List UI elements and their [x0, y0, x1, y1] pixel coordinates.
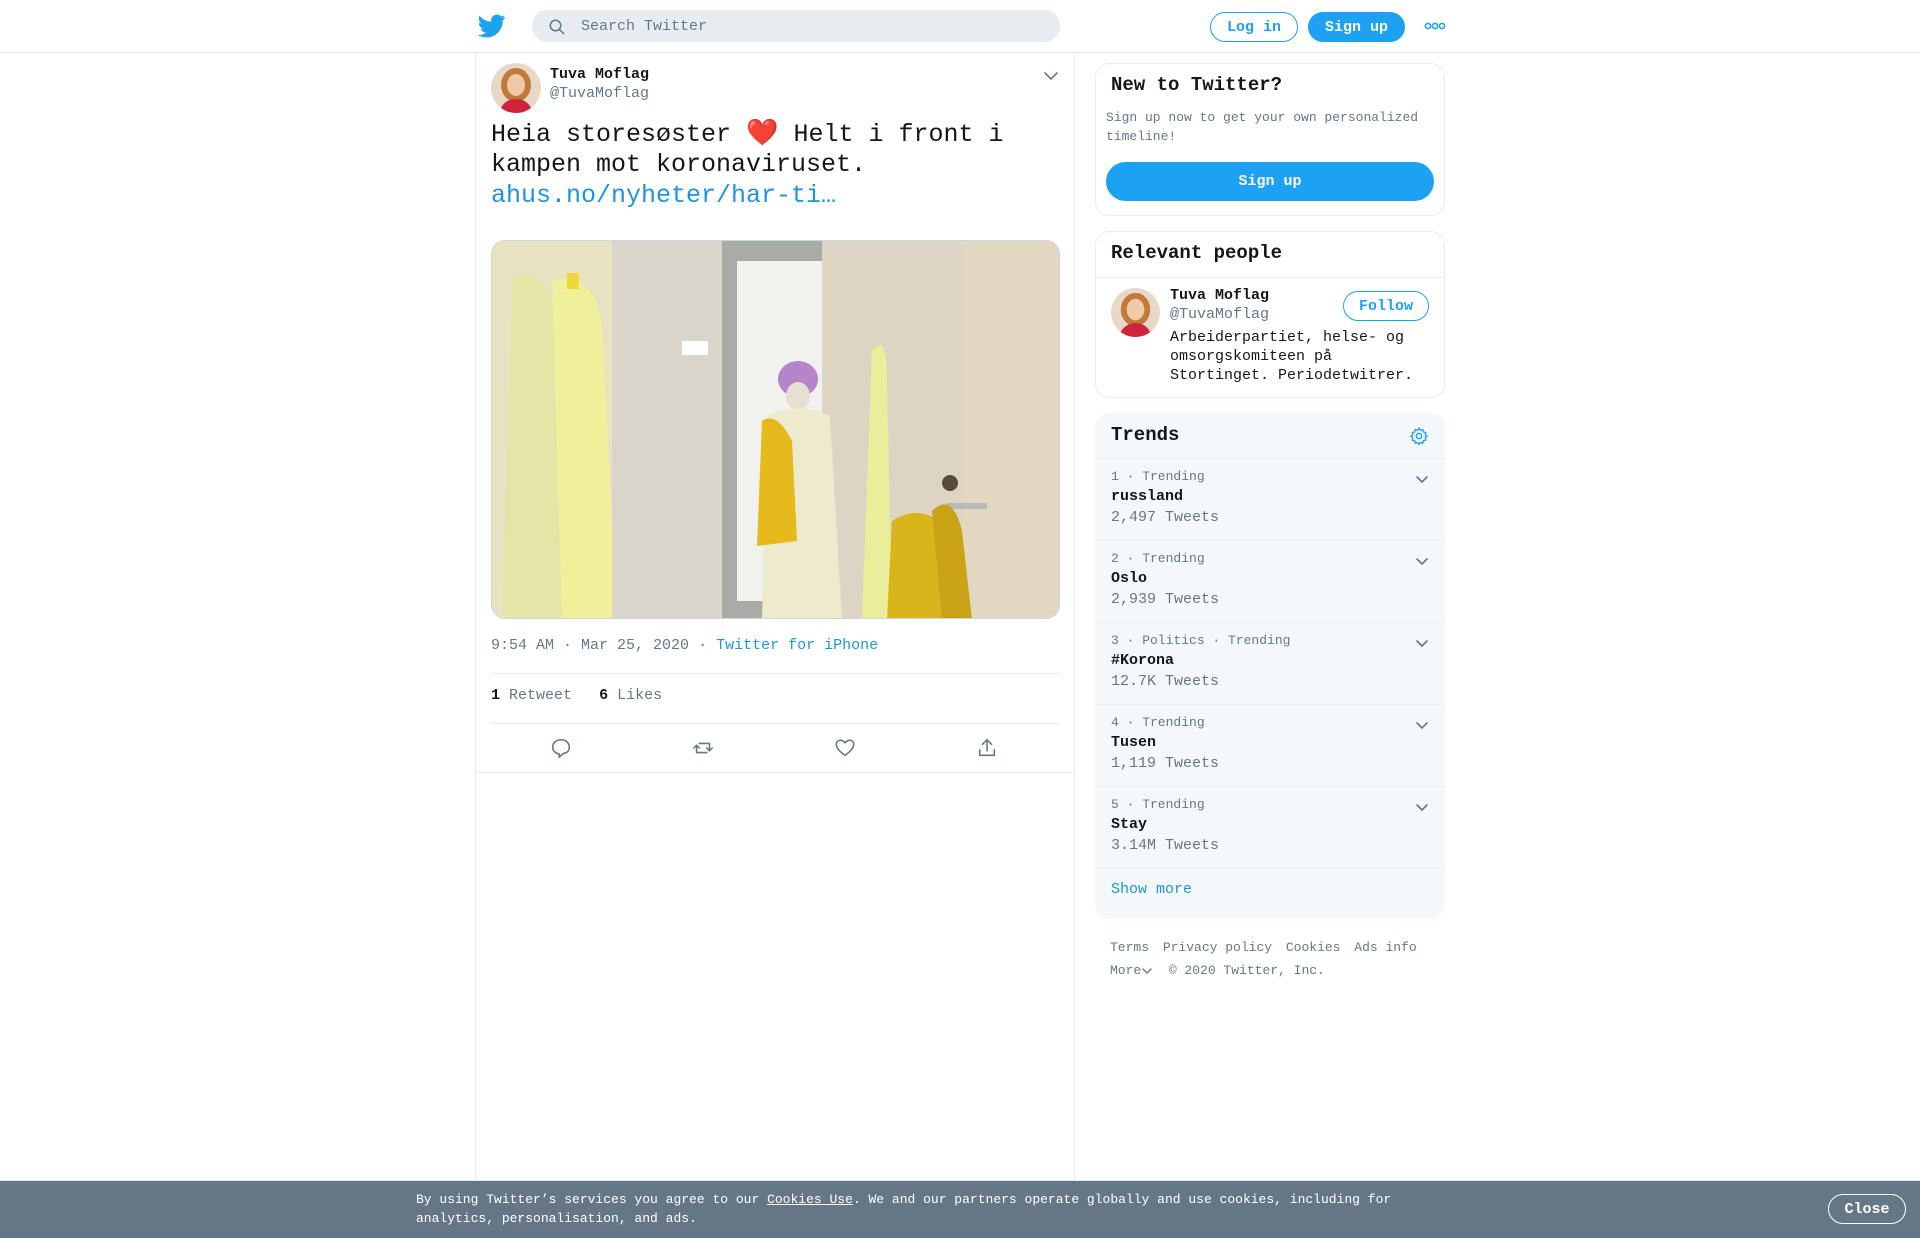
- tweet-link[interactable]: ahus.no/nyheter/har-ti…: [491, 181, 836, 211]
- chevron-down-icon[interactable]: [1414, 471, 1430, 487]
- cookie-text: By using Twitter’s services you agree to…: [416, 1190, 1416, 1228]
- sidebar-signup-button[interactable]: Sign up: [1106, 162, 1434, 201]
- tweet-text-part1: Heia storesøster: [491, 120, 732, 149]
- tweet-meta: 9:54 AM · Mar 25, 2020 · Twitter for iPh…: [491, 637, 878, 654]
- cookie-close-button[interactable]: Close: [1828, 1194, 1906, 1224]
- divider: [491, 673, 1060, 674]
- cookie-banner: By using Twitter’s services you agree to…: [0, 1180, 1920, 1238]
- meta-separator: ·: [698, 637, 708, 654]
- tweet-stats: 1 Retweet 6 Likes: [491, 687, 662, 704]
- login-button[interactable]: Log in: [1210, 12, 1298, 42]
- trend-name[interactable]: Oslo: [1111, 570, 1147, 587]
- trend-name[interactable]: Stay: [1111, 816, 1147, 833]
- new-to-twitter-text: Sign up now to get your own personalized…: [1106, 110, 1419, 144]
- trends-header: Trends: [1096, 414, 1444, 459]
- tweet-text: Heia storesøster ❤️ Helt i front i kampe…: [491, 119, 1051, 180]
- chevron-down-icon[interactable]: [1414, 717, 1430, 733]
- author-handle[interactable]: @TuvaMoflag: [550, 85, 649, 102]
- retweet-count[interactable]: 1: [491, 687, 500, 704]
- chevron-down-icon[interactable]: [1042, 67, 1060, 85]
- tweet-source[interactable]: Twitter for iPhone: [716, 637, 878, 654]
- privacy-link[interactable]: Privacy policy: [1163, 940, 1272, 955]
- trend-item[interactable]: 1 · Trending russland 2,497 Tweets: [1096, 459, 1444, 541]
- chevron-down-icon[interactable]: [1414, 635, 1430, 651]
- tweet-timestamp[interactable]: 9:54 AM · Mar 25, 2020: [491, 637, 689, 654]
- divider: [476, 772, 1074, 773]
- person-name[interactable]: Tuva Moflag: [1170, 287, 1269, 304]
- search-icon: [549, 19, 565, 35]
- like-count[interactable]: 6: [599, 687, 608, 704]
- chevron-down-icon[interactable]: [1141, 966, 1153, 976]
- cookies-link[interactable]: Cookies: [1286, 940, 1341, 955]
- author-avatar[interactable]: [491, 63, 541, 113]
- heart-emoji-icon: ❤️: [746, 119, 779, 149]
- tweet-column: Tuva Moflag @TuvaMoflag Heia storesøster…: [475, 53, 1075, 1238]
- trend-name[interactable]: #Korona: [1111, 652, 1174, 669]
- share-icon[interactable]: [976, 737, 998, 759]
- search-input[interactable]: [581, 11, 1041, 41]
- trend-count: 12.7K Tweets: [1111, 673, 1220, 690]
- person-handle[interactable]: @TuvaMoflag: [1170, 306, 1269, 323]
- trend-count: 3.14M Tweets: [1111, 837, 1220, 854]
- more-menu[interactable]: More: [1110, 963, 1153, 978]
- show-more-link[interactable]: Show more: [1111, 881, 1192, 898]
- new-to-twitter-title: New to Twitter?: [1111, 74, 1283, 96]
- person-bio: Arbeiderpartiet, helse- og omsorgskomite…: [1170, 329, 1414, 384]
- gear-icon[interactable]: [1409, 426, 1429, 446]
- tweet-photo[interactable]: [491, 240, 1060, 619]
- trend-meta: 1 · Trending: [1111, 469, 1205, 484]
- cookie-text-before: By using Twitter’s services you agree to…: [416, 1192, 768, 1207]
- trend-meta: 3 · Politics · Trending: [1111, 633, 1291, 648]
- copyright: © 2020 Twitter, Inc.: [1168, 963, 1325, 978]
- divider: [1096, 277, 1444, 278]
- trend-count: 1,119 Tweets: [1111, 755, 1220, 772]
- trends-card: Trends 1 · Trending russland 2,497 Tweet…: [1095, 413, 1445, 919]
- trend-meta: 4 · Trending: [1111, 715, 1205, 730]
- retweet-label[interactable]: Retweet: [509, 687, 572, 704]
- more-options-icon[interactable]: [1424, 18, 1446, 34]
- follow-button[interactable]: Follow: [1343, 291, 1429, 321]
- ads-info-link[interactable]: Ads info: [1354, 940, 1416, 955]
- like-icon[interactable]: [834, 737, 856, 759]
- top-bar: Log in Sign up: [0, 0, 1920, 53]
- trend-item[interactable]: 5 · Trending Stay 3.14M Tweets: [1096, 787, 1444, 869]
- trend-count: 2,497 Tweets: [1111, 509, 1220, 526]
- signup-button[interactable]: Sign up: [1308, 12, 1405, 42]
- trend-item[interactable]: 3 · Politics · Trending #Korona 12.7K Tw…: [1096, 623, 1444, 705]
- chevron-down-icon[interactable]: [1414, 553, 1430, 569]
- person-avatar[interactable]: [1111, 288, 1160, 337]
- trends-title: Trends: [1111, 424, 1180, 446]
- tweet-actions: [491, 724, 1060, 772]
- trend-name[interactable]: Tusen: [1111, 734, 1156, 751]
- reply-icon[interactable]: [550, 737, 572, 759]
- new-to-twitter-card: New to Twitter? Sign up now to get your …: [1095, 63, 1445, 216]
- author-name[interactable]: Tuva Moflag: [550, 66, 649, 83]
- like-label[interactable]: Likes: [617, 687, 662, 704]
- chevron-down-icon[interactable]: [1414, 799, 1430, 815]
- footer-links: Terms Privacy policy Cookies Ads info Mo…: [1110, 936, 1440, 982]
- search-box[interactable]: [532, 10, 1060, 42]
- more-link[interactable]: More: [1110, 963, 1141, 978]
- trend-meta: 5 · Trending: [1111, 797, 1205, 812]
- trend-meta: 2 · Trending: [1111, 551, 1205, 566]
- relevant-people-title: Relevant people: [1111, 242, 1283, 264]
- twitter-logo-icon[interactable]: [477, 12, 507, 40]
- relevant-people-card: Relevant people Tuva Moflag @TuvaMoflag …: [1095, 231, 1445, 398]
- retweet-icon[interactable]: [692, 737, 714, 759]
- terms-link[interactable]: Terms: [1110, 940, 1149, 955]
- trend-item[interactable]: 4 · Trending Tusen 1,119 Tweets: [1096, 705, 1444, 787]
- trend-item[interactable]: 2 · Trending Oslo 2,939 Tweets: [1096, 541, 1444, 623]
- trend-count: 2,939 Tweets: [1111, 591, 1220, 608]
- cookies-use-link[interactable]: Cookies Use: [767, 1192, 853, 1207]
- trend-name[interactable]: russland: [1111, 488, 1183, 505]
